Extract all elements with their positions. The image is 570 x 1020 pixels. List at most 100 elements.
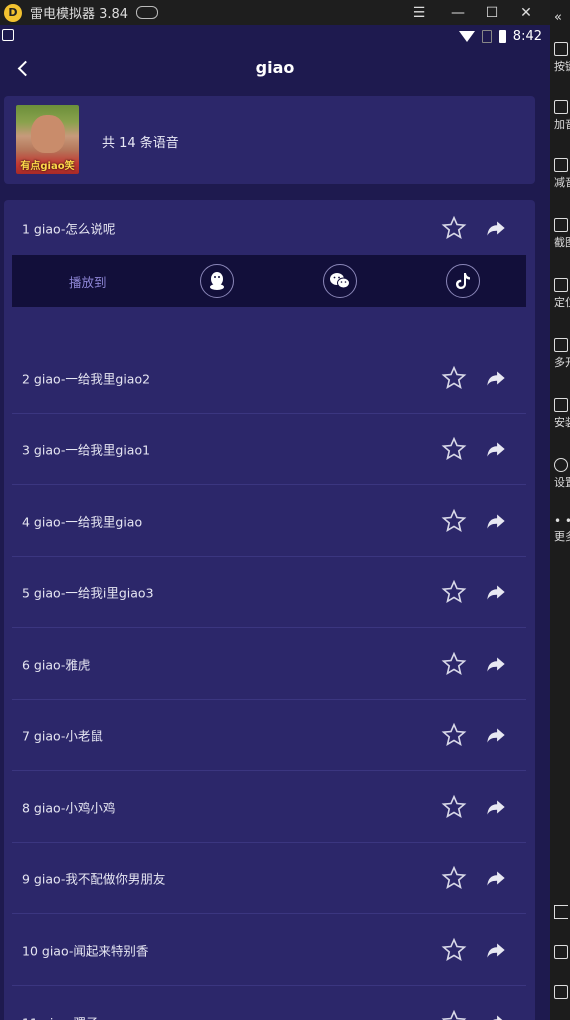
play-to-label: 播放到 — [69, 275, 107, 290]
share-icon[interactable] — [483, 865, 509, 891]
list-item[interactable]: 2 giao-一给我里giao2 — [12, 343, 526, 414]
sidebar-label: 更多 — [554, 530, 570, 543]
sidebar-label: 定位 — [554, 296, 570, 309]
back-icon — [554, 905, 568, 919]
nav-home-button[interactable] — [554, 945, 570, 959]
home-icon — [554, 945, 568, 959]
star-icon[interactable] — [441, 1009, 467, 1020]
gamepad-icon[interactable] — [136, 6, 159, 19]
voice-label: 2 giao-一给我里giao2 — [22, 371, 151, 387]
share-icon[interactable] — [483, 579, 509, 605]
qq-icon[interactable] — [200, 264, 234, 298]
share-icon[interactable] — [483, 651, 509, 677]
sidebar-install[interactable]: 安装 — [554, 398, 570, 430]
notification-icon — [2, 29, 14, 41]
emulator-logo-icon: D — [4, 3, 22, 22]
multi-window-icon — [554, 338, 568, 352]
voice-label: 3 giao-一给我里giao1 — [22, 442, 151, 458]
voice-label: 10 giao-闻起来特别香 — [22, 943, 149, 959]
star-icon[interactable] — [441, 651, 467, 677]
sidebar-label: 多开 — [554, 356, 570, 369]
star-icon[interactable] — [441, 436, 467, 462]
star-icon[interactable] — [441, 579, 467, 605]
page-title: giao — [255, 58, 295, 77]
star-icon[interactable] — [441, 215, 467, 241]
sidebar-keyboard[interactable]: 按键 — [554, 42, 570, 74]
nav-recents-button[interactable] — [554, 985, 570, 999]
sidebar-volume-up[interactable]: 加音 — [554, 100, 570, 132]
sidebar-location[interactable]: 定位 — [554, 278, 570, 310]
sidebar-label: 截图 — [554, 236, 570, 249]
sidebar-label: 安装 — [554, 416, 570, 429]
more-icon: • • — [554, 514, 570, 528]
share-icon[interactable] — [483, 365, 509, 391]
status-bar: 8:42 — [0, 25, 550, 49]
list-item[interactable]: 4 giao-一给我里giao — [12, 486, 526, 557]
sidebar-multi[interactable]: 多开 — [554, 338, 570, 370]
app-topbar: giao — [0, 49, 550, 89]
sidebar-label: 按键 — [554, 60, 570, 73]
share-icon[interactable] — [483, 215, 509, 241]
voice-label: 6 giao-雅虎 — [22, 657, 91, 673]
star-icon[interactable] — [441, 794, 467, 820]
collapse-sidebar-icon[interactable]: « — [554, 6, 570, 25]
voice-label: 9 giao-我不配做你男朋友 — [22, 871, 166, 887]
list-item[interactable]: 10 giao-闻起来特别香 — [12, 915, 526, 986]
minimize-button[interactable]: — — [443, 0, 473, 25]
emulator-title: 雷电模拟器 3.84 — [30, 7, 129, 22]
share-icon[interactable] — [483, 508, 509, 534]
list-item[interactable]: 1 giao-怎么说呢 — [12, 200, 526, 255]
sidebar-more[interactable]: • • 更多 — [554, 514, 570, 544]
list-item[interactable]: 8 giao-小鸡小鸡 — [12, 772, 526, 843]
voice-label: 8 giao-小鸡小鸡 — [22, 800, 116, 816]
list-item[interactable]: 6 giao-雅虎 — [12, 629, 526, 700]
no-sim-icon — [481, 30, 492, 43]
list-item[interactable]: 11 giao-骡子 — [12, 986, 526, 1020]
sidebar-volume-down[interactable]: 减音 — [554, 158, 570, 190]
scissors-icon — [554, 218, 568, 232]
avatar-face — [31, 115, 65, 153]
volume-down-icon — [554, 158, 568, 172]
list-item[interactable]: 9 giao-我不配做你男朋友 — [12, 843, 526, 914]
share-icon[interactable] — [483, 1009, 509, 1020]
star-icon[interactable] — [441, 365, 467, 391]
star-icon[interactable] — [441, 722, 467, 748]
voice-label: 5 giao-一给我i里giao3 — [22, 585, 154, 601]
nav-back-button[interactable] — [554, 905, 570, 919]
volume-up-icon — [554, 100, 568, 114]
share-icon[interactable] — [483, 436, 509, 462]
phone-screen: 8:42 giao 有点giao笑 共 14 条语音 1 giao-怎么说呢 播… — [0, 25, 550, 1020]
list-item[interactable]: 3 giao-一给我里giao1 — [12, 414, 526, 485]
apk-install-icon — [554, 398, 568, 412]
close-button[interactable]: ✕ — [511, 0, 541, 25]
wechat-icon[interactable] — [323, 264, 357, 298]
sidebar-label: 设置 — [554, 476, 570, 489]
sidebar-screenshot[interactable]: 截图 — [554, 218, 570, 250]
share-icon[interactable] — [483, 794, 509, 820]
star-icon[interactable] — [441, 865, 467, 891]
sidebar-label: 加音 — [554, 118, 570, 131]
voice-label: 1 giao-怎么说呢 — [22, 221, 116, 236]
emulator-sidebar: « 按键 加音 减音 截图 定位 多开 安装 设置 • • 更多 — [550, 0, 570, 1020]
list-item[interactable]: 5 giao-一给我i里giao3 — [12, 557, 526, 628]
voice-label: 11 giao-骡子 — [22, 1012, 98, 1020]
status-time: 8:42 — [512, 29, 542, 44]
star-icon[interactable] — [441, 508, 467, 534]
list-item[interactable]: 7 giao-小老鼠 — [12, 700, 526, 771]
wifi-icon — [458, 31, 475, 42]
recents-icon — [554, 985, 568, 999]
sidebar-settings[interactable]: 设置 — [554, 458, 570, 490]
voice-count: 共 14 条语音 — [102, 136, 179, 151]
header-card: 有点giao笑 共 14 条语音 — [4, 96, 535, 184]
tiktok-icon[interactable] — [446, 264, 480, 298]
maximize-button[interactable]: ☐ — [477, 0, 507, 25]
menu-button[interactable]: ☰ — [404, 0, 434, 25]
location-icon — [554, 278, 568, 292]
voice-label: 7 giao-小老鼠 — [22, 728, 103, 744]
share-icon[interactable] — [483, 722, 509, 748]
star-icon[interactable] — [441, 937, 467, 963]
voice-label: 4 giao-一给我里giao — [22, 514, 143, 530]
battery-icon — [498, 30, 506, 43]
share-icon[interactable] — [483, 937, 509, 963]
voice-list: 1 giao-怎么说呢 播放到 2 giao-一给我里giao2 3 giao-… — [4, 200, 535, 1020]
